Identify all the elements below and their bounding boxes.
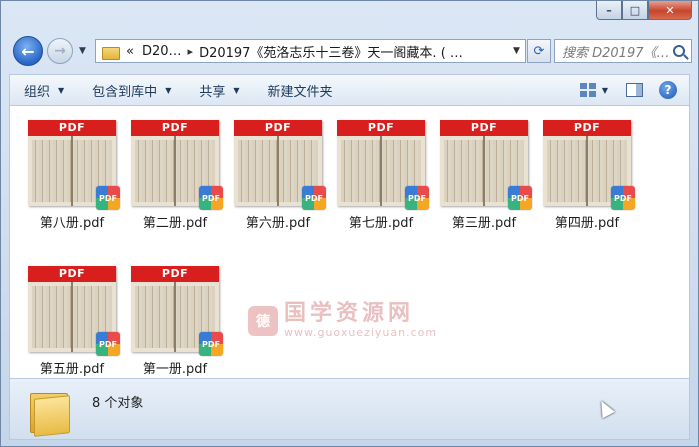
page-spine [71,282,73,352]
folder-icon [30,387,72,437]
address-dropdown[interactable]: ▼ [507,46,525,56]
page-spine [174,136,176,206]
include-in-library-menu[interactable]: 包含到库中 ▼ [78,75,185,105]
search-placeholder: 搜索 D20197《… [562,45,670,61]
organize-label: 组织 [24,84,51,100]
new-folder-label: 新建文件夹 [267,84,333,100]
breadcrumb-item[interactable]: D20… [142,44,182,59]
watermark: 德 国学资源网 www.guoxueziyuan.com [248,302,437,339]
item-count: 8 个对象 [92,396,144,411]
include-in-library-label: 包含到库中 [92,84,158,100]
pdf-app-icon: PDF [405,186,429,210]
recent-pages-dropdown[interactable]: ▼ [79,46,86,56]
chevron-down-icon: ▼ [58,85,65,95]
caption-buttons: – □ ✕ [596,1,692,20]
maximize-button[interactable]: □ [622,1,648,20]
refresh-icon: ⟳ [533,43,545,59]
page-spine [586,136,588,206]
preview-pane-icon[interactable] [626,83,643,97]
chevron-down-icon: ▼ [165,85,172,95]
pdf-app-icon: PDF [96,332,120,356]
file-name[interactable]: 第一册.pdf [121,358,229,377]
thumbnail-banner: PDF [440,120,528,136]
file-name[interactable]: 第四册.pdf [533,212,641,231]
command-bar: 组织 ▼ 包含到库中 ▼ 共享 ▼ 新建文件夹 ▼ ? [9,74,690,106]
toolbar-right: ▼ ? [579,75,689,105]
share-menu[interactable]: 共享 ▼ [185,75,253,105]
page-spine [483,136,485,206]
thumbnail-banner: PDF [28,120,116,136]
file-name[interactable]: 第六册.pdf [224,212,332,231]
pdf-app-icon: PDF [199,332,223,356]
folder-icon [102,45,120,60]
minimize-button[interactable]: – [596,1,622,20]
chevron-down-icon: ▼ [233,85,240,95]
thumbnail-banner: PDF [337,120,425,136]
page-spine [277,136,279,206]
forward-button[interactable]: → [47,38,73,64]
thumbnail-banner: PDF [234,120,322,136]
pdf-app-icon: PDF [611,186,635,210]
file-name[interactable]: 第八册.pdf [18,212,126,231]
refresh-button[interactable]: ⟳ [527,39,551,63]
breadcrumb-item-current[interactable]: D20197《苑洛志乐十三卷》天一阁藏本. ( … [199,42,463,61]
file-name[interactable]: 第五册.pdf [18,358,126,377]
close-button[interactable]: ✕ [648,1,692,20]
view-options-dropdown[interactable]: ▼ [602,86,608,95]
thumbnail-banner: PDF [28,266,116,282]
search-input[interactable]: 搜索 D20197《… [554,39,692,63]
watermark-title: 国学资源网 [284,301,415,326]
search-icon[interactable] [673,45,685,57]
page-spine [380,136,382,206]
back-button[interactable]: ← [13,36,43,66]
file-list: PDF PDF 第八册.pdf PDF PDF 第二册.pdf PDF PDF 第六册.pdf P… [9,106,690,378]
thumbnail-banner: PDF [131,266,219,282]
new-folder-button[interactable]: 新建文件夹 [254,75,347,105]
watermark-url: www.guoxueziyuan.com [284,326,438,339]
share-label: 共享 [199,84,226,100]
watermark-seal: 德 [248,305,278,336]
pdf-app-icon: PDF [302,186,326,210]
file-name[interactable]: 第二册.pdf [121,212,229,231]
view-options-icon[interactable] [579,83,596,97]
pdf-app-icon: PDF [508,186,532,210]
organize-menu[interactable]: 组织 ▼ [10,75,78,105]
breadcrumb-separator[interactable]: ▸ [188,45,194,58]
details-pane: 8 个对象 [9,378,690,440]
arrow-left-icon: ← [21,41,35,61]
navigation-row: ← → ▼ « D20… ▸ D20197《苑洛志乐十三卷》天一阁藏本. ( …… [9,35,692,67]
pdf-app-icon: PDF [96,186,120,210]
pdf-app-icon: PDF [199,186,223,210]
arrow-right-icon: → [54,43,66,59]
address-bar[interactable]: « D20… ▸ D20197《苑洛志乐十三卷》天一阁藏本. ( … ▼ [95,39,526,63]
file-name[interactable]: 第七册.pdf [327,212,435,231]
page-spine [71,136,73,206]
explorer-window: – □ ✕ ← → ▼ « D20… ▸ D20197《苑洛志乐十三卷》天一阁藏… [0,0,699,447]
thumbnail-banner: PDF [131,120,219,136]
thumbnail-banner: PDF [543,120,631,136]
file-name[interactable]: 第三册.pdf [430,212,538,231]
address-prefix[interactable]: « [126,44,134,59]
help-icon[interactable]: ? [659,81,677,99]
page-spine [174,282,176,352]
